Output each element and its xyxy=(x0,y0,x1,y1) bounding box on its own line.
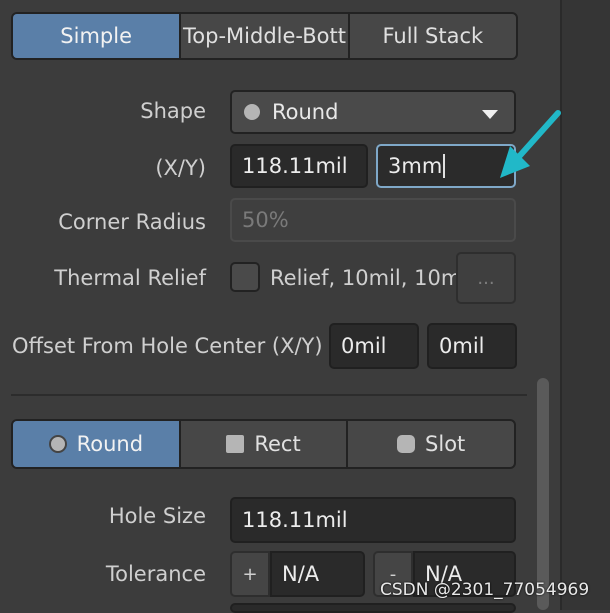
section-divider xyxy=(11,394,527,396)
tolerance-plus-input[interactable]: N/A xyxy=(270,551,365,597)
shape-value: Round xyxy=(272,100,339,124)
tab-hole-rect[interactable]: Rect xyxy=(181,421,349,467)
tab-hole-rect-label: Rect xyxy=(254,432,301,456)
square-icon xyxy=(226,435,245,453)
circle-icon xyxy=(244,104,260,120)
size-y-value: 3mm xyxy=(388,154,443,178)
next-field-partial[interactable] xyxy=(230,603,516,613)
ellipsis-icon: ... xyxy=(477,267,495,289)
text-caret xyxy=(443,154,446,178)
tab-hole-round[interactable]: Round xyxy=(13,421,181,467)
tab-hole-slot-label: Slot xyxy=(425,432,466,456)
tab-top-middle-bottom[interactable]: Top-Middle-Bott xyxy=(181,14,350,58)
thermal-relief-settings-button[interactable]: ... xyxy=(456,252,516,304)
shape-dropdown[interactable]: Round xyxy=(230,90,516,134)
rounded-square-icon xyxy=(397,435,416,453)
thermal-relief-value: Relief, 10mil, 10mil, xyxy=(270,266,460,290)
size-x-value: 118.11mil xyxy=(242,154,348,178)
panel-scrollbar-thumb[interactable] xyxy=(537,378,549,610)
tolerance-plus-value: N/A xyxy=(282,562,320,586)
annotation-arrow-icon xyxy=(500,110,561,178)
tab-simple[interactable]: Simple xyxy=(13,14,182,58)
tolerance-label: Tolerance xyxy=(105,562,206,586)
corner-radius-label: Corner Radius xyxy=(58,210,206,234)
offset-label: Offset From Hole Center (X/Y) xyxy=(12,334,323,358)
offset-x-input[interactable]: 0mil xyxy=(329,323,419,369)
corner-radius-placeholder: 50% xyxy=(242,208,289,232)
offset-y-input[interactable]: 0mil xyxy=(427,323,517,369)
tolerance-plus-prefix: + xyxy=(230,551,270,597)
right-panel-strip xyxy=(560,0,610,610)
watermark: CSDN @2301_77054969 xyxy=(380,580,590,600)
thermal-relief-label: Thermal Relief xyxy=(54,266,206,290)
offset-y-value: 0mil xyxy=(439,334,485,358)
size-x-input[interactable]: 118.11mil xyxy=(230,144,368,188)
thermal-relief-checkbox[interactable] xyxy=(230,262,260,292)
hole-size-input[interactable]: 118.11mil xyxy=(230,497,516,543)
tab-full-stack-label: Full Stack xyxy=(382,24,484,48)
hole-shape-tabs: Round Rect Slot xyxy=(11,419,516,469)
offset-x-value: 0mil xyxy=(341,334,387,358)
circle-icon xyxy=(48,435,67,453)
tab-hole-round-label: Round xyxy=(76,432,144,456)
tab-hole-slot[interactable]: Slot xyxy=(348,421,514,467)
xy-label: (X/Y) xyxy=(155,156,206,180)
pad-stack-mode-tabs: Simple Top-Middle-Bott Full Stack xyxy=(11,12,518,60)
tab-full-stack[interactable]: Full Stack xyxy=(350,14,516,58)
hole-size-value: 118.11mil xyxy=(242,508,348,532)
corner-radius-input[interactable]: 50% xyxy=(230,198,516,242)
tab-simple-label: Simple xyxy=(60,24,133,48)
hole-size-label: Hole Size xyxy=(108,504,206,528)
shape-label: Shape xyxy=(140,99,206,123)
tab-top-middle-bottom-label: Top-Middle-Bott xyxy=(183,24,346,48)
